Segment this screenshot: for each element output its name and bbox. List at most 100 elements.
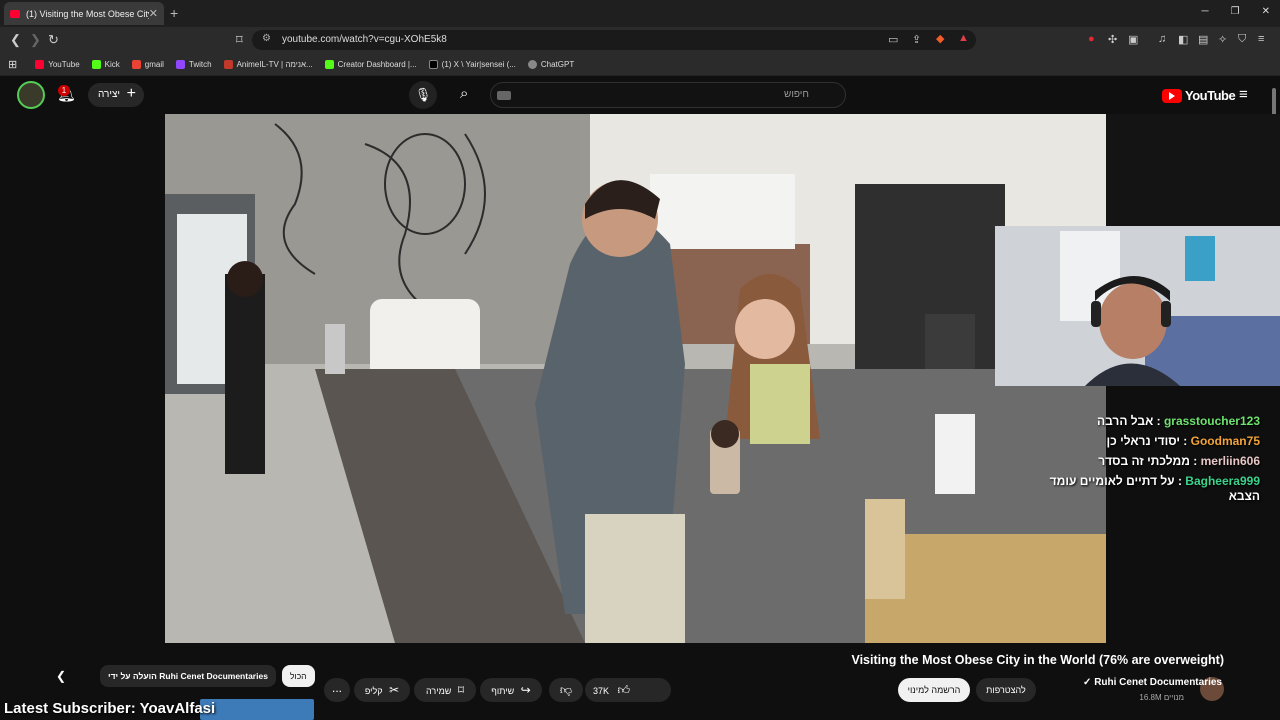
gmail-icon (131, 59, 141, 69)
vpn-icon[interactable]: ⛉ (1238, 33, 1246, 46)
bookmark-youtube[interactable]: YouTube (35, 59, 80, 69)
youtube-favicon-icon (10, 9, 20, 18)
more-actions-button[interactable]: ... (324, 678, 350, 702)
join-button[interactable]: להצטרפות (976, 678, 1036, 702)
share-button[interactable]: שיתוף ↪ (480, 678, 542, 702)
browser-tab[interactable]: (1) Visiting the Most Obese City ✕ (4, 2, 164, 25)
search-icon[interactable]: ⌕ (460, 85, 468, 102)
chatgpt-icon (527, 59, 537, 69)
save-button[interactable]: שמירה ⌑ (414, 678, 476, 702)
bookmarks-bar: ⊞ YouTube Kick gmail Twitch AnimeIL-TV |… (0, 53, 1280, 76)
browser-tab-strip: (1) Visiting the Most Obese City ✕ + ─ ❐… (0, 0, 1280, 27)
leo-ai-icon[interactable]: ✧ (1218, 33, 1227, 46)
voice-search-icon[interactable]: 🎙︎ (409, 81, 437, 109)
search-placeholder: חיפוש (784, 89, 809, 100)
reload-icon[interactable]: ↻ (48, 32, 59, 48)
save-icon: ⌑ (457, 683, 465, 697)
chat-message: Bagheera999 : על דתיים לאומיים עומד הצבא (1049, 474, 1260, 503)
minimize-icon[interactable]: ─ (1202, 6, 1209, 17)
twitch-icon (175, 59, 185, 69)
bookmark-icon[interactable]: ⌑ (236, 32, 243, 48)
create-label: יצירה (98, 89, 121, 100)
guide-menu-icon[interactable]: ≡ (1239, 86, 1248, 103)
chat-username: grasstoucher123 (1163, 414, 1260, 428)
youtube-play-icon (1162, 88, 1182, 103)
clip-button[interactable]: קליפ ✂ (354, 678, 410, 702)
back-icon[interactable]: ❮ (10, 32, 21, 48)
chat-message: merliin606 : ממלכתי זה בסדר (1098, 454, 1260, 468)
restore-icon[interactable]: ❐ (1231, 6, 1240, 17)
bookmark-gmail[interactable]: gmail (131, 59, 164, 69)
search-input[interactable]: חיפוש (490, 82, 846, 108)
video-title: Visiting the Most Obese City in the Worl… (851, 653, 1224, 667)
bookmark-animeil[interactable]: AnimeIL-TV | אנימה... (223, 59, 313, 69)
site-settings-icon[interactable]: ⚙ (262, 33, 271, 44)
close-tab-icon[interactable]: ✕ (149, 7, 158, 20)
extension-box-icon[interactable]: ▣ (1128, 33, 1138, 46)
kick-icon (324, 59, 334, 69)
youtube-logo[interactable]: YouTube (1162, 88, 1236, 103)
like-count: 37K (593, 686, 610, 696)
channel-name[interactable]: ✓ Ruhi Cenet Documentaries (1083, 677, 1222, 688)
bookmark-kick[interactable]: Kick (91, 59, 120, 69)
chat-username: merliin606 (1200, 454, 1260, 468)
bookmark-chatgpt[interactable]: ChatGPT (527, 59, 574, 69)
youtube-icon (35, 59, 45, 69)
new-tab-icon[interactable]: + (170, 5, 178, 21)
avatar[interactable] (17, 81, 45, 109)
like-button[interactable]: 37K 👍︎ (585, 678, 671, 702)
close-window-icon[interactable]: ✕ (1262, 6, 1270, 17)
bookmark-creator-dashboard[interactable]: Creator Dashboard |... (324, 59, 417, 69)
chip-uploaded-by[interactable]: הועלה על ידי Ruhi Cenet Documentaries (100, 665, 276, 687)
kick-icon (91, 59, 101, 69)
bookmark-x[interactable]: (1) X \ Yair|sensei (... (428, 59, 516, 69)
thumbs-down-icon: 👎︎ (559, 683, 573, 697)
brave-rewards-icon[interactable]: ▲ (958, 32, 969, 44)
bookmark-twitch[interactable]: Twitch (175, 59, 212, 69)
chat-username: Bagheera999 (1185, 474, 1260, 488)
share-icon: ↪ (520, 683, 531, 697)
youtube-header: 🔔︎ 1 יצירה + 🎙︎ ⌕ חיפוש YouTube ≡ (0, 76, 1280, 114)
chat-text: ממלכתי זה בסדר (1098, 454, 1190, 468)
keyboard-icon[interactable] (497, 91, 511, 100)
background-panel (1106, 114, 1280, 226)
menu-icon[interactable]: ≡ (1258, 33, 1264, 45)
window-controls: ─ ❐ ✕ (1202, 6, 1270, 17)
dislike-button[interactable]: 👎︎ (549, 678, 583, 702)
extension-record-icon[interactable]: ● (1088, 33, 1095, 45)
chip-all[interactable]: הכול (282, 665, 315, 687)
notification-badge: 1 (58, 85, 70, 96)
apps-grid-icon[interactable]: ⊞ (8, 58, 17, 71)
chips-prev-icon[interactable]: ❮ (56, 669, 66, 683)
subscribe-button[interactable]: הרשמה למינוי (898, 678, 970, 702)
cast-icon[interactable]: ▭ (888, 33, 898, 46)
thumbs-up-icon: 👍︎ (617, 683, 631, 697)
extensions-icon[interactable]: ✣ (1108, 33, 1117, 46)
share-label: שיתוף (491, 686, 515, 696)
tab-title: (1) Visiting the Most Obese City (26, 8, 149, 19)
address-toolbar: ❮ ❯ ↻ ⌑ ⚙ youtube.com/watch?v=cgu-XOhE5k… (0, 27, 1280, 53)
video-player[interactable] (165, 114, 1106, 643)
logo-text: YouTube (1185, 88, 1236, 103)
create-button[interactable]: יצירה + (88, 83, 144, 107)
chat-message: Goodman75 : יסודי נראלי כן (1106, 434, 1260, 448)
chat-message: grasstoucher123 : אבל הרבה (1097, 414, 1260, 428)
scissors-icon: ✂ (389, 683, 400, 697)
chat-text: אבל הרבה (1097, 414, 1154, 428)
save-label: שמירה (425, 686, 452, 696)
x-icon (428, 59, 438, 69)
subscriber-count: 16.8M מנויים (1139, 693, 1184, 702)
forward-icon[interactable]: ❯ (30, 32, 41, 48)
plus-icon: + (126, 85, 136, 102)
clip-label: קליפ (364, 686, 383, 696)
wallet-icon[interactable]: ▤ (1198, 33, 1208, 46)
sidebar-icon[interactable]: ◧ (1178, 33, 1188, 46)
url-bar[interactable]: ⚙ youtube.com/watch?v=cgu-XOhE5k8 ▭ ⇪ ◆ … (252, 30, 976, 50)
brave-shield-icon[interactable]: ◆ (936, 32, 944, 45)
chat-text: יסודי נראלי כן (1106, 434, 1180, 448)
media-icon[interactable]: ♫ (1158, 33, 1166, 45)
chat-username: Goodman75 (1190, 434, 1260, 448)
webcam-frame (995, 226, 1280, 386)
webcam-overlay (995, 226, 1280, 386)
share-page-icon[interactable]: ⇪ (912, 33, 921, 46)
